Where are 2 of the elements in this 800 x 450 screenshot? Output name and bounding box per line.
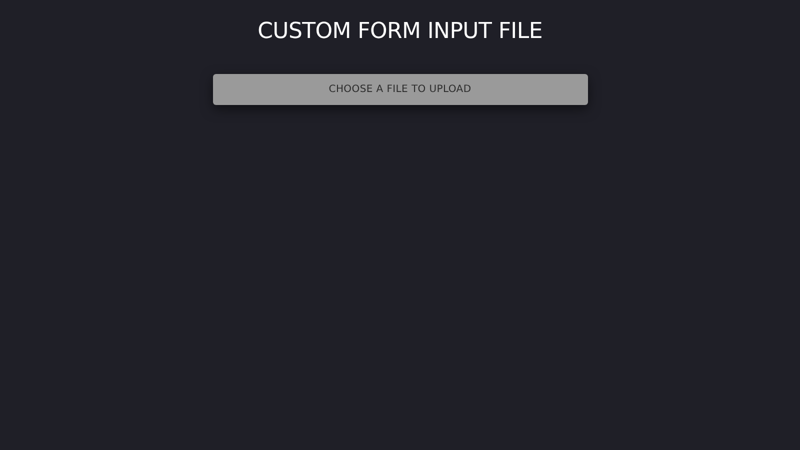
file-upload-button[interactable]: CHOOSE A FILE TO UPLOAD bbox=[212, 74, 588, 105]
page-title: CUSTOM FORM INPUT FILE bbox=[258, 18, 542, 46]
